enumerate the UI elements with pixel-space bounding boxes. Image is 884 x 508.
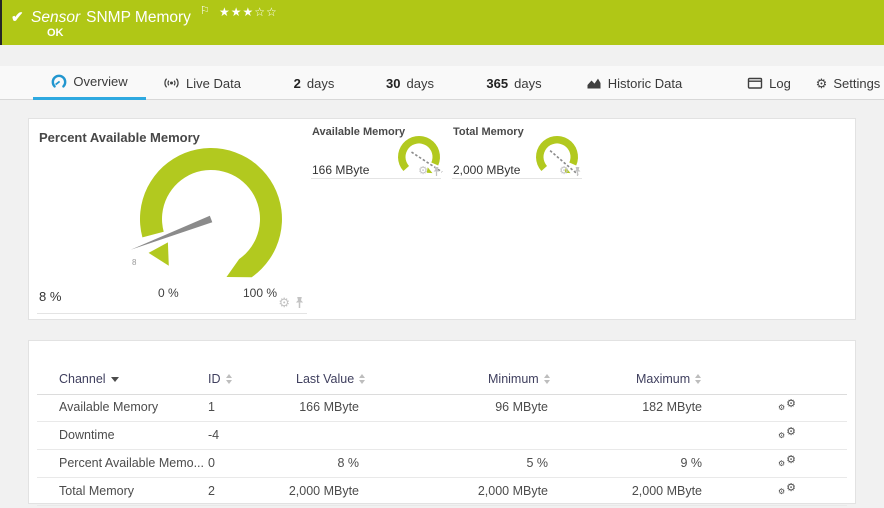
tile-gear-icon[interactable]: ⚙ bbox=[418, 166, 428, 177]
sort-icon bbox=[226, 374, 232, 384]
table-row-available-memory[interactable]: Available Memory 1 166 MByte 96 MByte 18… bbox=[37, 394, 847, 422]
tab-number: 30 bbox=[386, 76, 400, 91]
tab-overview[interactable]: Overview bbox=[33, 66, 146, 100]
channel-settings-gears-icon[interactable]: ⚙ ⚙ bbox=[778, 394, 796, 412]
tab-365-days[interactable]: 365 days bbox=[473, 66, 555, 100]
cell-id: 1 bbox=[208, 394, 215, 421]
column-header-maximum[interactable]: Maximum bbox=[636, 372, 701, 386]
gauge-scale-max: 100 % bbox=[243, 286, 277, 300]
tab-live-data[interactable]: Live Data bbox=[150, 66, 254, 100]
cell-minimum: 96 MByte bbox=[448, 394, 548, 421]
pin-icon[interactable] bbox=[294, 296, 305, 309]
cell-maximum: 2,000 MByte bbox=[602, 478, 702, 505]
mini-gauge-value: 2,000 MByte bbox=[453, 163, 520, 177]
gauge-needle-marker: 8 bbox=[132, 258, 137, 267]
tab-label: Live Data bbox=[186, 76, 241, 91]
status-badge: OK bbox=[47, 27, 64, 39]
column-header-channel[interactable]: Channel bbox=[59, 372, 119, 386]
primary-gauge-tile[interactable]: Percent Available Memory 8 0 % 100 % 8 %… bbox=[37, 126, 307, 314]
table-row-downtime[interactable]: Downtime -4 ⚙ ⚙ bbox=[37, 422, 847, 450]
sensor-title: SNMP Memory bbox=[86, 9, 191, 26]
page-title: Sensor SNMP Memory bbox=[31, 9, 191, 27]
column-header-label: Channel bbox=[59, 372, 106, 386]
tile-gear-icon[interactable]: ⚙ bbox=[278, 296, 290, 309]
channel-settings-gears-icon[interactable]: ⚙ ⚙ bbox=[778, 450, 796, 468]
channels-table-panel: Channel ID Last Value Minimum Maximum Av… bbox=[28, 340, 856, 504]
column-header-label: ID bbox=[208, 372, 221, 386]
live-signal-icon bbox=[163, 75, 180, 91]
tab-label: days bbox=[307, 76, 334, 91]
tab-label: Overview bbox=[73, 74, 127, 89]
tab-log[interactable]: Log bbox=[738, 66, 800, 100]
pin-icon[interactable] bbox=[432, 166, 441, 177]
gear-icon: ⚙ bbox=[816, 77, 828, 90]
sensor-title-prefix: Sensor bbox=[31, 9, 80, 26]
column-header-last-value[interactable]: Last Value bbox=[296, 372, 365, 386]
cell-maximum: 182 MByte bbox=[602, 394, 702, 421]
pin-icon[interactable] bbox=[573, 166, 582, 177]
primary-gauge-value: 8 % bbox=[39, 289, 61, 304]
area-chart-icon bbox=[586, 75, 602, 91]
tab-historic-data[interactable]: Historic Data bbox=[578, 66, 690, 100]
column-header-label: Minimum bbox=[488, 372, 539, 386]
column-header-label: Maximum bbox=[636, 372, 690, 386]
column-header-label: Last Value bbox=[296, 372, 354, 386]
channel-settings-gears-icon[interactable]: ⚙ ⚙ bbox=[778, 478, 796, 496]
overview-gauges-panel: Percent Available Memory 8 0 % 100 % 8 %… bbox=[28, 118, 856, 320]
cell-id: -4 bbox=[208, 422, 219, 449]
flag-icon[interactable]: ⚐ bbox=[200, 4, 210, 17]
primary-gauge: 8 bbox=[121, 141, 291, 293]
sensor-status-header: ✔ Sensor SNMP Memory ⚐ ★★★☆☆ OK bbox=[0, 0, 884, 45]
status-ok-check-icon: ✔ bbox=[11, 8, 24, 26]
sort-icon bbox=[544, 374, 550, 384]
channel-settings-gears-icon[interactable]: ⚙ ⚙ bbox=[778, 422, 796, 440]
tab-number: 2 bbox=[294, 76, 301, 91]
cell-id: 2 bbox=[208, 478, 215, 505]
mini-gauge-tile-total-memory[interactable]: Total Memory 2,000 MByte ⚙ bbox=[452, 126, 582, 179]
mini-gauge-title: Total Memory bbox=[453, 126, 524, 138]
mini-gauge-value: 166 MByte bbox=[312, 163, 369, 177]
cell-maximum: 9 % bbox=[602, 450, 702, 477]
table-row-percent-available-memory[interactable]: Percent Available Memo... 0 8 % 5 % 9 % … bbox=[37, 450, 847, 478]
tab-number: 365 bbox=[486, 76, 508, 91]
log-window-icon bbox=[747, 75, 763, 91]
cell-channel: Total Memory bbox=[59, 478, 134, 505]
gauge-icon bbox=[51, 74, 67, 90]
sort-icon bbox=[359, 374, 365, 384]
mini-gauge-tile-available-memory[interactable]: Available Memory 166 MByte ⚙ bbox=[311, 126, 441, 179]
window-edge bbox=[0, 0, 2, 45]
tab-label: Historic Data bbox=[608, 76, 682, 91]
column-header-minimum[interactable]: Minimum bbox=[488, 372, 550, 386]
table-row-total-memory[interactable]: Total Memory 2 2,000 MByte 2,000 MByte 2… bbox=[37, 478, 847, 506]
tab-2-days[interactable]: 2 days bbox=[283, 66, 345, 100]
cell-id: 0 bbox=[208, 450, 215, 477]
tab-label: days bbox=[407, 76, 434, 91]
tab-settings[interactable]: ⚙ Settings bbox=[812, 66, 884, 100]
tab-label: days bbox=[514, 76, 541, 91]
cell-channel: Percent Available Memo... bbox=[59, 450, 204, 477]
cell-last-value: 2,000 MByte bbox=[259, 478, 359, 505]
cell-channel: Downtime bbox=[59, 422, 115, 449]
sort-desc-icon bbox=[111, 377, 119, 382]
cell-minimum: 5 % bbox=[448, 450, 548, 477]
tab-bar: Overview Live Data 2 days 30 days 365 bbox=[0, 66, 884, 100]
tab-30-days[interactable]: 30 days bbox=[375, 66, 445, 100]
sort-icon bbox=[695, 374, 701, 384]
column-header-id[interactable]: ID bbox=[208, 372, 232, 386]
cell-last-value: 166 MByte bbox=[259, 394, 359, 421]
tile-gear-icon[interactable]: ⚙ bbox=[559, 166, 569, 177]
cell-last-value: 8 % bbox=[259, 450, 359, 477]
cell-minimum: 2,000 MByte bbox=[448, 478, 548, 505]
priority-stars[interactable]: ★★★☆☆ bbox=[219, 5, 278, 19]
tab-label: Settings bbox=[833, 76, 880, 91]
gauge-scale-min: 0 % bbox=[158, 286, 179, 300]
cell-channel: Available Memory bbox=[59, 394, 158, 421]
prtg-sensor-page: ✔ Sensor SNMP Memory ⚐ ★★★☆☆ OK Overview bbox=[0, 0, 884, 508]
tab-label: Log bbox=[769, 76, 791, 91]
